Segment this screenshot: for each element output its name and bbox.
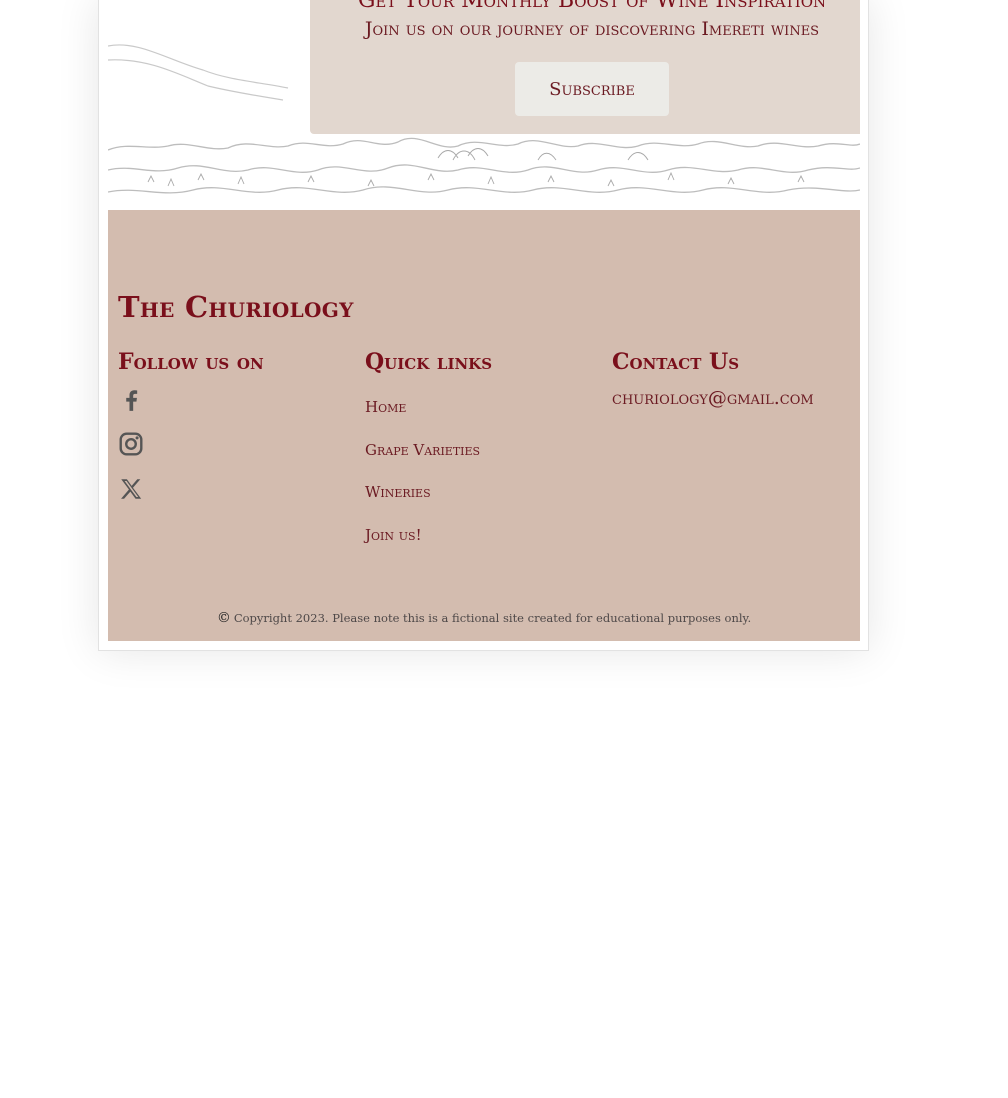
facebook-icon-glyph: [126, 390, 138, 411]
contact-us-title: Contact Us: [612, 349, 740, 375]
instagram-icon-glyph: [119, 432, 143, 456]
newsletter-title: Get Your Monthly Boost of Wine Inspirati…: [357, 0, 827, 13]
contact-email-link[interactable]: churiology@gmail.com: [612, 387, 814, 409]
follow-us-title: Follow us on: [118, 349, 264, 375]
site-footer: The Churiology Follow us on Quick links …: [108, 210, 860, 641]
copyright-notice: © Copyright 2023. Please note this is a f…: [108, 610, 860, 626]
subscribe-button[interactable]: Subscribe: [515, 62, 669, 116]
newsletter-hero: Get Your Monthly Boost of Wine Inspirati…: [108, 0, 860, 210]
x-twitter-icon[interactable]: [118, 476, 144, 502]
facebook-icon[interactable]: [118, 387, 144, 413]
quick-link-home[interactable]: Home: [365, 398, 406, 416]
quick-link-grape-varieties[interactable]: Grape Varieties: [365, 441, 480, 459]
quick-link-wineries[interactable]: Wineries: [365, 483, 431, 501]
copyright-text: Copyright 2023. Please note this is a fi…: [233, 611, 752, 625]
copyright-icon: ©: [216, 610, 231, 626]
quick-links-title: Quick links: [365, 349, 493, 375]
instagram-icon[interactable]: [118, 431, 144, 457]
newsletter-subtitle: Join us on our journey of discovering Im…: [364, 18, 820, 40]
x-icon-glyph: [121, 479, 142, 499]
quick-link-join-us[interactable]: Join us!: [365, 526, 422, 544]
newsletter-card: Get Your Monthly Boost of Wine Inspirati…: [310, 0, 860, 134]
footer-brand: The Churiology: [118, 290, 354, 324]
